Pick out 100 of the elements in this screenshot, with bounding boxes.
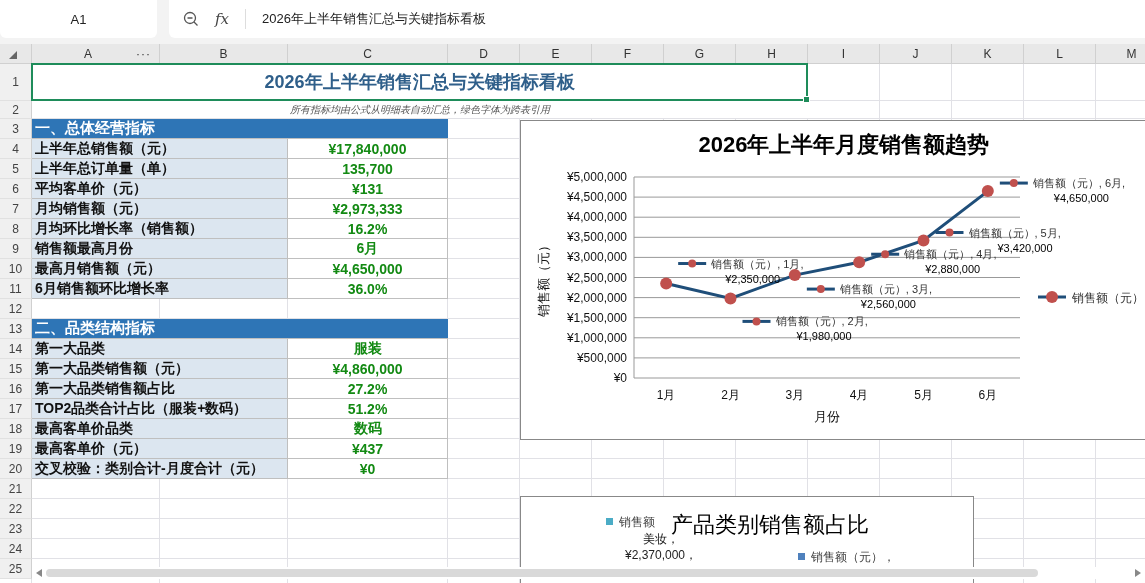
row-header[interactable]: 5 bbox=[0, 159, 32, 179]
axis-tick-label: ¥1,500,000 bbox=[566, 310, 627, 325]
axis-tick-label: ¥3,000,000 bbox=[566, 250, 627, 265]
row-header[interactable]: 4 bbox=[0, 139, 32, 159]
axis-tick-label: 1月 bbox=[656, 388, 676, 402]
metric-value: 服装 bbox=[288, 339, 448, 359]
data-point bbox=[853, 256, 866, 269]
row-header[interactable]: 3 bbox=[0, 119, 32, 139]
section-header: 一、总体经营指标 bbox=[32, 119, 448, 139]
axis-tick-label: 6月 bbox=[978, 388, 998, 402]
note-text: 所有指标均由公式从明细表自动汇总，绿色字体为跨表引用 bbox=[290, 102, 550, 117]
axis-tick-label: 4月 bbox=[849, 388, 869, 402]
metric-label: 月均环比增长率（销售额） bbox=[32, 219, 288, 239]
function-label[interactable]: fx bbox=[215, 10, 229, 28]
zoom-out-icon[interactable] bbox=[183, 11, 199, 27]
data-label: 销售额（元）, 5月, bbox=[968, 226, 1061, 239]
row-header[interactable]: 21 bbox=[0, 479, 32, 499]
column-header[interactable]: I bbox=[808, 44, 880, 64]
metric-label: 最高月销售额（元） bbox=[32, 259, 288, 279]
row-header[interactable]: 6 bbox=[0, 179, 32, 199]
metric-label: 月均销售额（元） bbox=[32, 199, 288, 219]
row-header[interactable]: 9 bbox=[0, 239, 32, 259]
data-label: 销售额（元）, 3月, bbox=[839, 283, 933, 296]
legend-key-icon bbox=[1038, 291, 1066, 303]
column-header[interactable]: G bbox=[664, 44, 736, 64]
row-header[interactable]: 13 bbox=[0, 319, 32, 339]
column-header[interactable]: F bbox=[592, 44, 664, 64]
legend-label: 销售额 bbox=[619, 515, 655, 529]
select-all-icon[interactable] bbox=[9, 51, 17, 59]
data-point bbox=[660, 277, 673, 290]
row-header[interactable]: 18 bbox=[0, 419, 32, 439]
column-header[interactable]: B bbox=[160, 44, 288, 64]
axis-tick-label: 2月 bbox=[721, 388, 740, 402]
row-header[interactable]: 8 bbox=[0, 219, 32, 239]
row-header[interactable]: 11 bbox=[0, 279, 32, 299]
axis-title: 月份 bbox=[814, 409, 840, 424]
metric-label: 上半年总订单量（单） bbox=[32, 159, 288, 179]
row-header[interactable]: 16 bbox=[0, 379, 32, 399]
axis-tick-label: ¥2,000,000 bbox=[566, 290, 627, 305]
column-header[interactable]: J bbox=[880, 44, 952, 64]
data-point bbox=[724, 292, 737, 305]
column-header[interactable]: L bbox=[1024, 44, 1096, 64]
axis-tick-label: 3月 bbox=[785, 388, 805, 402]
row-header[interactable]: 1 bbox=[0, 64, 32, 101]
data-label: 销售额（元）, 1月, bbox=[711, 257, 804, 270]
sheet-title: 2026年上半年销售汇总与关键指标看板 bbox=[264, 71, 575, 94]
row-header[interactable]: 17 bbox=[0, 399, 32, 419]
metric-value: 36.0% bbox=[288, 279, 448, 299]
axis-tick-label: ¥5,000,000 bbox=[566, 170, 627, 184]
metric-value: 6月 bbox=[288, 239, 448, 259]
metric-label: TOP2品类合计占比（服装+数码） bbox=[32, 399, 288, 419]
data-label: ¥2,350,000 bbox=[725, 272, 781, 285]
column-menu-button[interactable]: ··· bbox=[136, 46, 151, 61]
row-header[interactable]: 25 bbox=[0, 559, 32, 579]
metric-label: 第一大品类销售额（元） bbox=[32, 359, 288, 379]
metric-label: 平均客单价（元） bbox=[32, 179, 288, 199]
metric-value: ¥131 bbox=[288, 179, 448, 199]
metric-value: 135,700 bbox=[288, 159, 448, 179]
chart-title: 2026年上半年月度销售额趋势 bbox=[698, 132, 990, 157]
metric-label: 最高客单价（元） bbox=[32, 439, 288, 459]
row-header[interactable]: 23 bbox=[0, 519, 32, 539]
row-header[interactable]: 20 bbox=[0, 459, 32, 479]
data-point bbox=[917, 234, 930, 247]
row-header[interactable]: 7 bbox=[0, 199, 32, 219]
row-header[interactable]: 22 bbox=[0, 499, 32, 519]
axis-tick-label: ¥4,000,000 bbox=[566, 210, 627, 225]
column-header[interactable]: M bbox=[1096, 44, 1145, 64]
legend-key-icon bbox=[999, 179, 1028, 188]
row-header[interactable]: 19 bbox=[0, 439, 32, 459]
scroll-left-icon[interactable] bbox=[36, 569, 42, 577]
formula-text[interactable]: 2026年上半年销售汇总与关键指标看板 bbox=[262, 10, 486, 28]
data-label: ¥2,370,000， bbox=[624, 548, 698, 562]
row-header[interactable]: 12 bbox=[0, 299, 32, 319]
column-header[interactable]: K bbox=[952, 44, 1024, 64]
metric-value: 27.2% bbox=[288, 379, 448, 399]
row-header[interactable]: 2 bbox=[0, 101, 32, 119]
column-header[interactable]: A bbox=[84, 46, 92, 61]
legend-key-icon bbox=[935, 228, 964, 237]
column-header[interactable]: D bbox=[448, 44, 520, 64]
scrollbar-thumb[interactable] bbox=[46, 569, 1038, 577]
data-point bbox=[788, 269, 801, 282]
row-header[interactable]: 14 bbox=[0, 339, 32, 359]
column-header[interactable]: C bbox=[288, 44, 448, 64]
metric-value: ¥17,840,000 bbox=[288, 139, 448, 159]
metric-label: 交叉校验：类别合计-月度合计（元） bbox=[32, 459, 288, 479]
column-header[interactable]: H bbox=[736, 44, 808, 64]
legend-label: 销售额（元）， bbox=[811, 550, 895, 564]
scroll-right-icon[interactable] bbox=[1135, 569, 1141, 577]
metric-label: 销售额最高月份 bbox=[32, 239, 288, 259]
metric-value: ¥0 bbox=[288, 459, 448, 479]
metric-value: 数码 bbox=[288, 419, 448, 439]
legend-key-icon bbox=[806, 285, 835, 294]
name-box[interactable]: A1 bbox=[0, 0, 157, 38]
row-header[interactable]: 15 bbox=[0, 359, 32, 379]
row-header[interactable]: 24 bbox=[0, 539, 32, 559]
column-header[interactable]: E bbox=[520, 44, 592, 64]
legend-key-icon bbox=[678, 259, 707, 268]
fill-handle[interactable] bbox=[803, 96, 810, 103]
metric-value: ¥2,973,333 bbox=[288, 199, 448, 219]
row-header[interactable]: 10 bbox=[0, 259, 32, 279]
